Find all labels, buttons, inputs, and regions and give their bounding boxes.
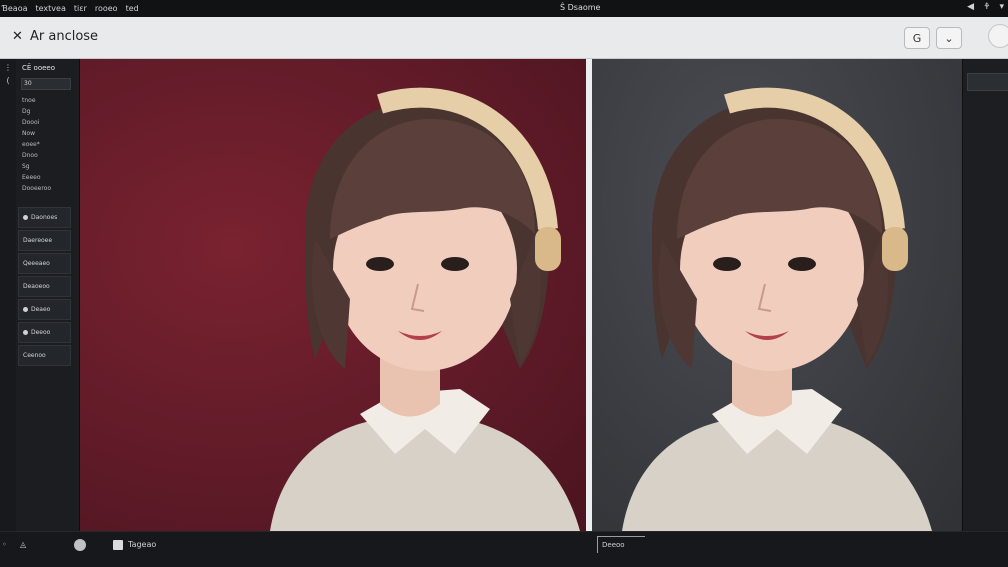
dropdown-button[interactable]: ⌄ [936,27,962,49]
panel-button[interactable]: Ceenoo [18,345,71,366]
menu-file[interactable]: Ɓeaoa [2,4,28,13]
property-item[interactable]: Doooi [22,117,51,128]
back-icon[interactable]: ◀ [967,2,974,12]
panel-button[interactable]: Daonoes [18,207,71,228]
panel-button[interactable]: Deaoeoo [18,276,71,297]
value-field[interactable]: 30 [21,78,71,90]
chevron-down-icon[interactable]: ▾ [999,2,1004,12]
panel-button-label: Deeoo [31,329,51,336]
left-panel: CẼ ooeeo 30 tnoe Dg Doooi Now eoee* Dnoo… [16,59,80,531]
panel-button[interactable]: Qeeeaeo [18,253,71,274]
portrait-image-edited [622,87,932,531]
canvas-edited[interactable] [592,59,962,531]
grab-icon: G [912,31,922,45]
right-panel-tab[interactable] [967,73,1008,91]
app-window: Ɓeaoa textvea tiɛr rooeo ted Ŝ Dsaome ◀ … [0,0,1008,567]
tray-icon[interactable]: 🕈 [984,2,989,12]
portrait-image-original [270,87,580,531]
tool-rail: ⋮ ( [0,59,16,531]
status-field[interactable]: Deeoo [597,536,645,553]
right-panel [962,59,1008,531]
rail-tool-2-icon[interactable]: ( [0,76,16,85]
dot-icon [23,307,28,312]
property-item[interactable]: Eeeeo [22,172,51,183]
menu-tools[interactable]: ted [126,4,139,13]
panel-header: CẼ ooeeo [22,64,55,72]
property-item[interactable]: tnoe [22,95,51,106]
menu-text[interactable]: textvea [36,4,66,13]
document-title: Ar anclose [30,29,99,44]
property-item[interactable]: Dooeeroo [22,183,51,194]
panel-button-label: Ceenoo [23,352,46,359]
panel-button-label: Qeeeaeo [23,260,50,267]
property-item[interactable]: Now [22,128,51,139]
title-bar: ✕ Ar anclose G ⌄ [0,17,1008,59]
zoom-knob[interactable] [74,539,86,551]
panel-button-label: Deaeo [31,306,51,313]
dropdown-icon: ⌄ [944,31,954,45]
menu-view[interactable]: rooeo [95,4,118,13]
checkbox[interactable] [113,540,123,550]
property-item[interactable]: Sg [22,161,51,172]
panel-button-label: Daereoee [23,237,53,244]
eye-icon [23,330,28,335]
panel-button-label: Daonoes [31,214,58,221]
eye-icon [23,215,28,220]
canvas-original[interactable] [80,59,586,531]
property-item[interactable]: eoee* [22,139,51,150]
property-item[interactable]: Dg [22,106,51,117]
app-title: Ŝ Dsaome [560,3,601,12]
grab-button[interactable]: G [904,27,930,49]
panel-button[interactable]: Deeoo [18,322,71,343]
action-button-group: Daonoes Daereoee Qeeeaeo Deaoeoo Deaeo D… [18,207,71,368]
status-bar: ◦ ◬ Tageao Deeoo [0,531,1008,567]
triangle-icon[interactable]: ◬ [20,540,26,549]
system-tray: ◀ 🕈 ▾ [967,2,1004,12]
menu-bar: Ɓeaoa textvea tiɛr rooeo ted Ŝ Dsaome ◀ … [0,0,1008,17]
menu-list: Ɓeaoa textvea tiɛr rooeo ted [0,4,139,13]
avatar[interactable] [988,24,1008,48]
panel-button-label: Deaoeoo [23,283,50,290]
property-item[interactable]: Dnoo [22,150,51,161]
panel-button[interactable]: Deaeo [18,299,71,320]
rail-tool-1-icon[interactable]: ⋮ [0,63,16,72]
property-list: tnoe Dg Doooi Now eoee* Dnoo Sg Eeeeo Do… [22,95,51,194]
status-label: Tageao [128,540,157,549]
panel-button[interactable]: Daereoee [18,230,71,251]
menu-tier[interactable]: tiɛr [74,4,87,13]
status-icon[interactable]: ◦ [2,540,7,549]
close-icon[interactable]: ✕ [12,29,23,44]
